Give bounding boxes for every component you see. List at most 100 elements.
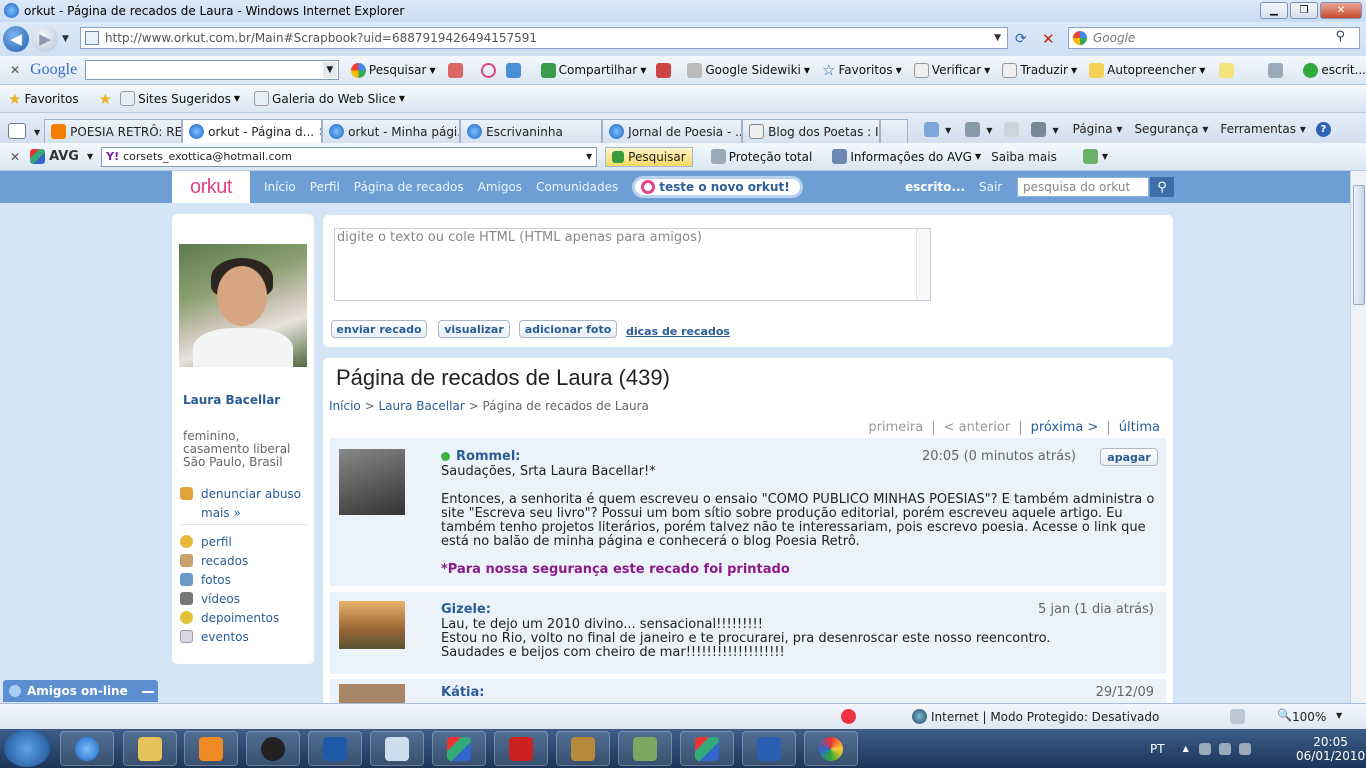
tab-list-icon[interactable]: ▼ <box>34 128 40 137</box>
orkut-icon[interactable] <box>480 62 496 78</box>
tab-jornal-poesia[interactable]: Jornal de Poesia - ... <box>602 119 743 143</box>
avg-info-button[interactable]: Informações do AVG ▼ <box>832 149 981 164</box>
tab-orkut-pagina[interactable]: orkut - Página d...✕ <box>182 119 323 143</box>
stop-icon[interactable]: ✕ <box>1042 30 1055 48</box>
seguranca-menu[interactable]: Segurança ▾ <box>1134 122 1208 136</box>
nav-perfil[interactable]: Perfil <box>310 180 340 194</box>
chevron-down-icon[interactable]: ▼ <box>586 152 592 161</box>
author-avatar[interactable] <box>339 601 405 649</box>
tab-poesia-retro[interactable]: POESIA RETRÔ: RE... <box>44 119 183 143</box>
taskbar-users[interactable] <box>618 731 672 766</box>
quick-tabs-icon[interactable] <box>8 123 26 139</box>
chevron-down-icon[interactable]: ▼ <box>945 126 951 135</box>
mail-icon[interactable] <box>1004 122 1020 137</box>
close-window-button[interactable]: ✕ <box>1320 2 1362 19</box>
page-scrollbar[interactable] <box>1350 171 1366 703</box>
rss-icon[interactable] <box>965 122 981 137</box>
add-photo-button[interactable]: adicionar foto <box>519 320 617 338</box>
scrap-author[interactable]: Kátia: <box>441 685 485 700</box>
scrap-author[interactable]: Rommel: <box>441 449 521 464</box>
google-pesquisar-button[interactable]: Pesquisar ▼ <box>350 62 436 78</box>
nav-amigos[interactable]: Amigos <box>478 180 522 194</box>
textarea-scrollbar[interactable] <box>916 229 930 300</box>
breadcrumb-user[interactable]: Laura Bacellar <box>378 399 464 413</box>
profile-photo[interactable] <box>179 244 307 367</box>
highlighter-icon[interactable] <box>1219 62 1235 78</box>
sidewiki-button[interactable]: Google Sidewiki ▼ <box>687 62 810 78</box>
tab-orkut-minha[interactable]: orkut - Minha pági... <box>322 119 461 143</box>
chevron-down-icon[interactable]: ▼ <box>1102 152 1108 161</box>
orkut-logo[interactable]: orkut <box>172 171 250 203</box>
chevron-down-icon[interactable]: ▼ <box>1336 711 1342 720</box>
google-search-box[interactable]: Google ⚲ <box>1068 27 1360 49</box>
scrap-textarea[interactable]: digite o texto ou cole HTML (HTML apenas… <box>334 228 931 301</box>
avg-extra-icon[interactable] <box>1082 149 1098 164</box>
taskbar-media[interactable] <box>184 731 238 766</box>
chevron-down-icon[interactable]: ▼ <box>322 62 337 78</box>
blocked-icon[interactable] <box>656 62 672 78</box>
network-icon[interactable] <box>1198 742 1211 755</box>
protected-mode-icon[interactable] <box>1230 709 1245 724</box>
zoom-level[interactable]: 100% <box>1292 710 1326 724</box>
verificar-button[interactable]: Verificar ▼ <box>913 62 990 78</box>
history-dropdown-icon[interactable]: ▼ <box>62 34 69 44</box>
sidebar-item-recados[interactable]: recados <box>180 551 308 570</box>
taskbar-archive[interactable] <box>556 731 610 766</box>
start-button[interactable] <box>4 730 50 767</box>
power-icon[interactable] <box>1218 742 1231 755</box>
protecao-total-button[interactable]: Proteção total <box>710 149 812 164</box>
wrench-icon[interactable] <box>1268 62 1284 78</box>
logout-link[interactable]: Sair <box>979 180 1002 194</box>
pager-last[interactable]: última <box>1119 420 1160 435</box>
saiba-mais-link[interactable]: Saiba mais <box>991 150 1057 164</box>
taskbar-notes[interactable] <box>370 731 424 766</box>
try-new-orkut-button[interactable]: teste o novo orkut! <box>632 176 803 198</box>
maximize-button[interactable]: ❐ <box>1290 2 1318 19</box>
minimize-button[interactable]: ▁ <box>1260 2 1288 19</box>
breadcrumb-home[interactable]: Início <box>329 399 361 413</box>
sidebar-item-videos[interactable]: vídeos <box>180 589 308 608</box>
profile-name[interactable]: Laura Bacellar <box>183 393 280 407</box>
taskbar-avg[interactable] <box>432 731 486 766</box>
scrap-author[interactable]: Gizele: <box>441 602 491 617</box>
ferramentas-menu[interactable]: Ferramentas ▾ <box>1220 122 1305 136</box>
author-avatar[interactable] <box>339 449 405 515</box>
back-button[interactable]: ◀ <box>3 26 29 52</box>
avg-pesquisar-button[interactable]: Pesquisar <box>605 146 693 167</box>
chevron-down-icon[interactable]: ▼ <box>87 152 93 161</box>
avg-search-input[interactable]: Y! corsets_exottica@hotmail.com ▼ <box>101 146 598 167</box>
web-slice-link[interactable]: Galeria do Web Slice ▼ <box>254 91 405 106</box>
language-indicator[interactable]: PT <box>1150 742 1165 756</box>
sites-sugeridos-link[interactable]: Sites Sugeridos ▼ <box>120 91 240 106</box>
taskbar-word[interactable] <box>742 731 796 766</box>
taskbar-youtube[interactable] <box>494 731 548 766</box>
pager-next[interactable]: próxima > <box>1031 420 1099 435</box>
google-toolbar-input[interactable]: ▼ <box>85 60 339 80</box>
minimize-icon[interactable] <box>142 683 154 693</box>
address-input[interactable]: http://www.orkut.com.br/Main#Scrapbook?u… <box>80 27 1008 49</box>
forward-button[interactable]: ▶ <box>32 26 58 52</box>
address-dropdown-icon[interactable]: ▼ <box>994 33 1001 43</box>
nav-inicio[interactable]: Início <box>264 180 296 194</box>
nav-comunidades[interactable]: Comunidades <box>536 180 618 194</box>
author-avatar[interactable] <box>339 684 405 703</box>
close-toolbar-icon[interactable]: ✕ <box>10 150 20 164</box>
chevron-down-icon[interactable]: ▼ <box>1052 126 1058 135</box>
taskbar-paint[interactable] <box>804 731 858 766</box>
search-icon[interactable]: ⚲ <box>1335 29 1345 44</box>
taskbar-explorer[interactable] <box>123 731 177 766</box>
taskbar-avg2[interactable] <box>680 731 734 766</box>
scrollbar-thumb[interactable] <box>1353 185 1365 305</box>
report-abuse-link[interactable]: denunciar abuso <box>180 484 308 503</box>
current-user[interactable]: escrito... <box>905 180 965 194</box>
favoritos-google-button[interactable]: ☆ Favoritos ▼ <box>822 61 902 79</box>
compartilhar-button[interactable]: Compartilhar ▼ <box>540 62 646 78</box>
sidebar-item-fotos[interactable]: fotos <box>180 570 308 589</box>
show-hidden-icons[interactable]: ▲ <box>1183 744 1189 753</box>
scrap-tips-link[interactable]: dicas de recados <box>626 325 730 338</box>
orkut-search-input[interactable]: pesquisa do orkut <box>1017 177 1149 197</box>
taskbar-app4[interactable] <box>308 731 362 766</box>
chevron-down-icon[interactable]: ▼ <box>986 126 992 135</box>
search-icon[interactable]: ⚲ <box>1150 177 1174 197</box>
autopreencher-button[interactable]: Autopreencher ▼ <box>1089 62 1205 78</box>
